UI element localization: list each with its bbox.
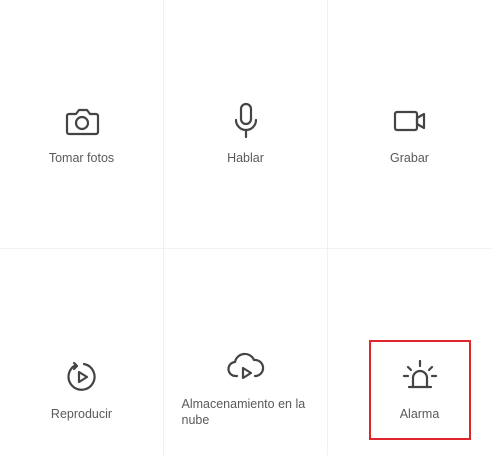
action-take-photo[interactable]: Tomar fotos <box>0 100 163 166</box>
camera-icon <box>61 100 103 142</box>
action-label: Grabar <box>390 151 429 165</box>
action-label: Hablar <box>227 151 264 165</box>
playback-icon <box>61 356 103 398</box>
video-camera-icon <box>389 100 431 142</box>
action-label: Almacenamiento en la nube <box>181 397 306 427</box>
action-talk[interactable]: Hablar <box>164 100 327 166</box>
grid-divider <box>0 248 491 249</box>
action-alarm[interactable]: Alarma <box>338 356 491 422</box>
action-record[interactable]: Grabar <box>328 100 491 166</box>
action-grid: Tomar fotos Hablar Grabar Reproducir Alm… <box>0 0 491 455</box>
action-label: Tomar fotos <box>48 151 115 165</box>
cloud-play-icon <box>225 346 267 388</box>
action-label: Reproducir <box>50 407 113 421</box>
action-cloud-storage[interactable]: Almacenamiento en la nube <box>164 346 327 428</box>
action-label: Alarma <box>399 407 440 421</box>
siren-icon <box>399 356 441 398</box>
microphone-icon <box>225 100 267 142</box>
grid-divider <box>327 0 328 455</box>
action-playback[interactable]: Reproducir <box>0 356 163 422</box>
